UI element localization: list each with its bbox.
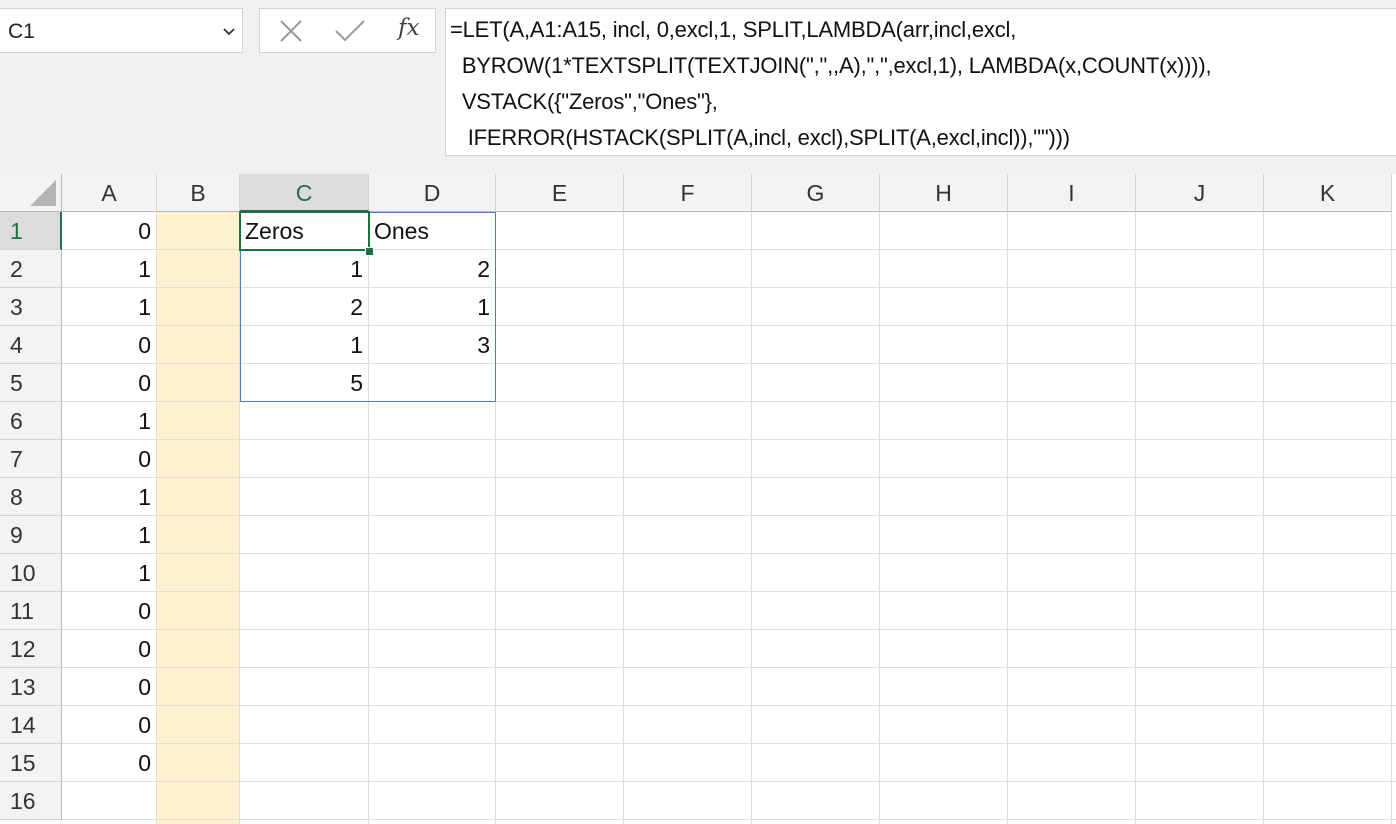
cell-c3[interactable]: 2 [240,288,369,326]
gridline-vertical [1135,212,1136,824]
cell-d1[interactable]: Ones [369,212,496,250]
gridline-horizontal [62,477,1396,478]
gridline-horizontal [62,515,1396,516]
gridline-vertical [879,212,880,824]
formula-line-1: =LET(A,A1:A15, incl, 0,excl,1, SPLIT,LAM… [450,17,1017,42]
name-box[interactable]: C1 [0,8,243,53]
cell-a1[interactable]: 0 [62,212,157,250]
column-header-b[interactable]: B [157,174,240,212]
row-header-11[interactable]: 11 [0,592,62,630]
cell-a3[interactable]: 1 [62,288,157,326]
cell-c1[interactable]: Zeros [240,212,369,250]
cell-a8[interactable]: 1 [62,478,157,516]
gridline-vertical [751,212,752,824]
row-header-15[interactable]: 15 [0,744,62,782]
spreadsheet-grid[interactable]: A B C D E F G H I J K 1 2 3 4 5 6 7 8 9 10 11 12 13 14 15 16 0 1 1 0 0 1… [0,174,1396,824]
cell-a14[interactable]: 0 [62,706,157,744]
column-header-j[interactable]: J [1136,174,1264,212]
gridline-horizontal [62,819,1396,820]
cell-a13[interactable]: 0 [62,668,157,706]
cell-a4[interactable]: 0 [62,326,157,364]
cell-d4[interactable]: 3 [369,326,496,364]
gridline-horizontal [62,553,1396,554]
cell-a7[interactable]: 0 [62,440,157,478]
row-header-16[interactable]: 16 [0,782,62,820]
gridline-horizontal [62,439,1396,440]
column-header-e[interactable]: E [496,174,624,212]
select-all-triangle-icon [30,180,56,206]
formula-input[interactable]: =LET(A,A1:A15, incl, 0,excl,1, SPLIT,LAM… [445,8,1396,156]
cell-a5[interactable]: 0 [62,364,157,402]
gridline-horizontal [62,743,1396,744]
row-header-2[interactable]: 2 [0,250,62,288]
cell-a9[interactable]: 1 [62,516,157,554]
column-b-highlight [157,212,240,824]
column-header-d[interactable]: D [369,174,496,212]
row-header-12[interactable]: 12 [0,630,62,668]
cell-a6[interactable]: 1 [62,402,157,440]
row-header-6[interactable]: 6 [0,402,62,440]
row-header-13[interactable]: 13 [0,668,62,706]
gridline-vertical [623,212,624,824]
column-header-k[interactable]: K [1264,174,1392,212]
row-header-4[interactable]: 4 [0,326,62,364]
cell-a12[interactable]: 0 [62,630,157,668]
cell-c4[interactable]: 1 [240,326,369,364]
chevron-down-icon[interactable] [222,25,236,39]
gridline-horizontal [62,705,1396,706]
row-header-3[interactable]: 3 [0,288,62,326]
gridline-vertical [1263,212,1264,824]
row-header-10[interactable]: 10 [0,554,62,592]
column-header-h[interactable]: H [880,174,1008,212]
column-header-c[interactable]: C [240,174,369,212]
gridline-vertical [1007,212,1008,824]
column-header-a[interactable]: A [62,174,157,212]
formula-line-2: BYROW(1*TEXTSPLIT(TEXTJOIN(",",,A),",",e… [450,53,1212,78]
row-header-8[interactable]: 8 [0,478,62,516]
column-header-i[interactable]: I [1008,174,1136,212]
column-header-g[interactable]: G [752,174,880,212]
name-box-value: C1 [8,20,35,43]
formula-line-3: VSTACK({"Zeros","Ones"}, [450,89,718,114]
cell-c2[interactable]: 1 [240,250,369,288]
gridline-horizontal [62,629,1396,630]
select-all-corner[interactable] [0,174,62,212]
row-header-5[interactable]: 5 [0,364,62,402]
cell-d3[interactable]: 1 [369,288,496,326]
gridline-horizontal [62,667,1396,668]
formula-bar-area: C1 fx =LET(A,A1:A15, incl, 0,excl,1, SPL… [0,0,1396,174]
fx-icon[interactable]: fx [398,15,419,41]
row-header-9[interactable]: 9 [0,516,62,554]
check-icon[interactable] [334,18,366,44]
cell-a11[interactable]: 0 [62,592,157,630]
x-icon[interactable] [278,18,304,44]
formula-line-4: IFERROR(HSTACK(SPLIT(A,incl, excl),SPLIT… [450,125,1070,150]
cell-a2[interactable]: 1 [62,250,157,288]
cell-c5[interactable]: 5 [240,364,369,402]
formula-controls: fx [259,8,436,53]
gridline-vertical [1391,212,1392,824]
row-header-14[interactable]: 14 [0,706,62,744]
cell-a10[interactable]: 1 [62,554,157,592]
gridline-horizontal [62,781,1396,782]
column-header-f[interactable]: F [624,174,752,212]
row-header-7[interactable]: 7 [0,440,62,478]
cell-a15[interactable]: 0 [62,744,157,782]
row-header-1[interactable]: 1 [0,212,62,250]
cell-d2[interactable]: 2 [369,250,496,288]
fill-handle[interactable] [365,247,374,256]
gridline-horizontal [62,591,1396,592]
